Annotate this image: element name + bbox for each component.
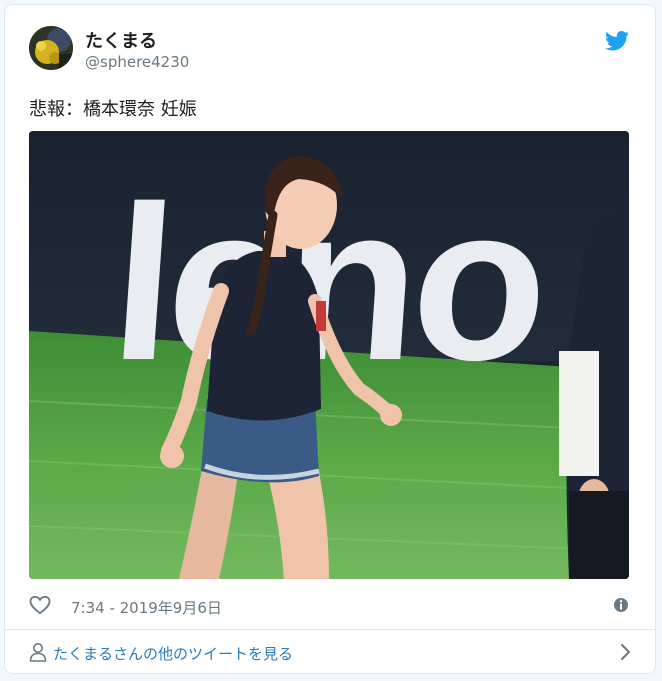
avatar[interactable] — [29, 26, 73, 70]
photo-image: leno — [29, 131, 629, 579]
tweet-meta-row: 7:34 - 2019年9月6日 — [29, 595, 629, 617]
user-handle[interactable]: @sphere4230 — [85, 53, 189, 71]
twitter-bird-icon[interactable] — [605, 31, 629, 51]
tweet-timestamp[interactable]: 7:34 - 2019年9月6日 — [71, 597, 222, 618]
more-tweets-label: たくまるさんの他のツイートを見る — [53, 645, 294, 663]
display-name[interactable]: たくまる — [85, 27, 157, 53]
info-icon[interactable] — [613, 597, 629, 613]
tweet-photo[interactable]: leno — [29, 131, 629, 579]
tweet-card: たくまる @sphere4230 悲報：橋本環奈 妊娠 leno 7:34 - … — [4, 4, 656, 674]
tweet-text: 悲報：橋本環奈 妊娠 — [29, 99, 197, 120]
more-tweets-link[interactable]: たくまるさんの他のツイートを見る — [5, 630, 655, 674]
chevron-right-icon — [621, 644, 630, 660]
avatar-image — [29, 26, 73, 70]
heart-icon[interactable] — [29, 595, 51, 615]
user-icon — [29, 643, 47, 662]
